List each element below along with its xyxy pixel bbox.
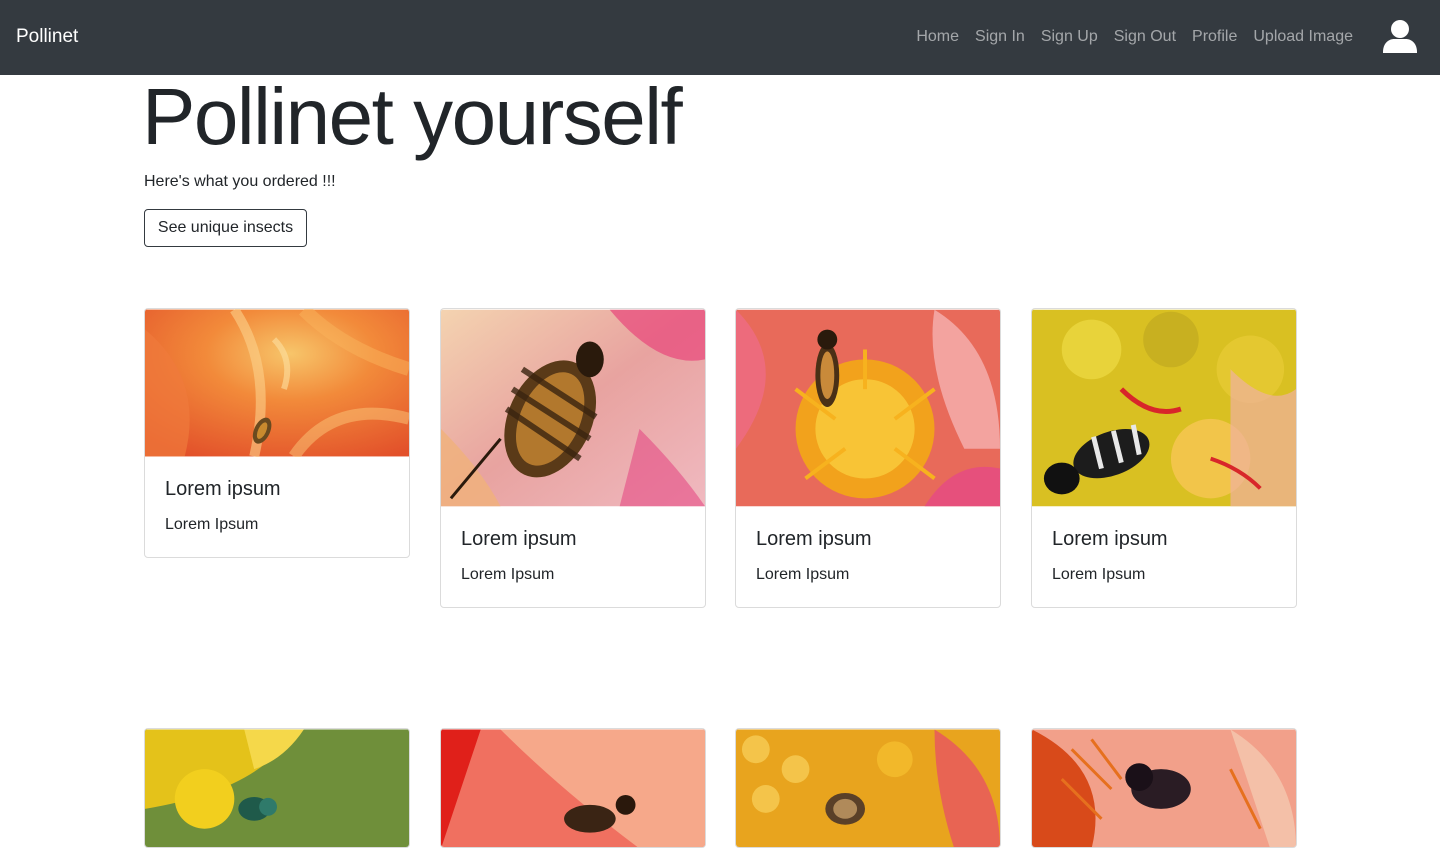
nav-links: Home Sign In Sign Up Sign Out Profile Up… — [908, 24, 1361, 50]
card-body: Lorem ipsum Lorem Ipsum — [145, 457, 409, 557]
insect-image — [145, 729, 409, 847]
card-title: Lorem ipsum — [165, 478, 281, 500]
insect-image — [736, 309, 1000, 507]
insect-image — [145, 309, 409, 457]
nav-link-sign-in[interactable]: Sign In — [967, 24, 1033, 50]
brand-logo[interactable]: Pollinet — [16, 24, 78, 50]
insect-image — [1032, 309, 1296, 507]
nav-link-sign-out[interactable]: Sign Out — [1106, 24, 1184, 50]
page-subtitle: Here's what you ordered !!! — [144, 173, 336, 190]
insect-image — [441, 729, 705, 847]
card-title: Lorem ipsum — [1052, 528, 1168, 550]
card-title: Lorem ipsum — [461, 528, 577, 550]
nav-link-upload-image[interactable]: Upload Image — [1245, 24, 1361, 50]
nav-link-home[interactable]: Home — [908, 24, 967, 50]
insect-card[interactable]: Lorem ipsum Lorem Ipsum — [735, 308, 1001, 608]
insect-card[interactable] — [1031, 728, 1297, 848]
card-text: Lorem Ipsum — [165, 516, 259, 533]
insect-card[interactable] — [735, 728, 1001, 848]
insect-card[interactable] — [440, 728, 706, 848]
page-title: Pollinet yourself — [142, 72, 683, 161]
card-body: Lorem ipsum Lorem Ipsum — [1032, 507, 1296, 607]
insect-card[interactable]: Lorem ipsum Lorem Ipsum — [1031, 308, 1297, 608]
card-title: Lorem ipsum — [756, 528, 872, 550]
navbar: Pollinet Home Sign In Sign Up Sign Out P… — [0, 0, 1440, 75]
user-icon[interactable] — [1382, 19, 1418, 55]
nav-link-sign-up[interactable]: Sign Up — [1033, 24, 1106, 50]
insect-image — [1032, 729, 1296, 847]
card-body: Lorem ipsum Lorem Ipsum — [736, 507, 1000, 607]
card-text: Lorem Ipsum — [756, 566, 850, 583]
insect-image — [736, 729, 1000, 847]
insect-card[interactable]: Lorem ipsum Lorem Ipsum — [440, 308, 706, 608]
card-body: Lorem ipsum Lorem Ipsum — [441, 507, 705, 607]
insect-card[interactable]: Lorem ipsum Lorem Ipsum — [144, 308, 410, 558]
card-text: Lorem Ipsum — [1052, 566, 1146, 583]
nav-link-profile[interactable]: Profile — [1184, 24, 1245, 50]
see-unique-insects-button[interactable]: See unique insects — [144, 209, 307, 247]
insect-card[interactable] — [144, 728, 410, 848]
insect-image — [441, 309, 705, 507]
card-text: Lorem Ipsum — [461, 566, 555, 583]
